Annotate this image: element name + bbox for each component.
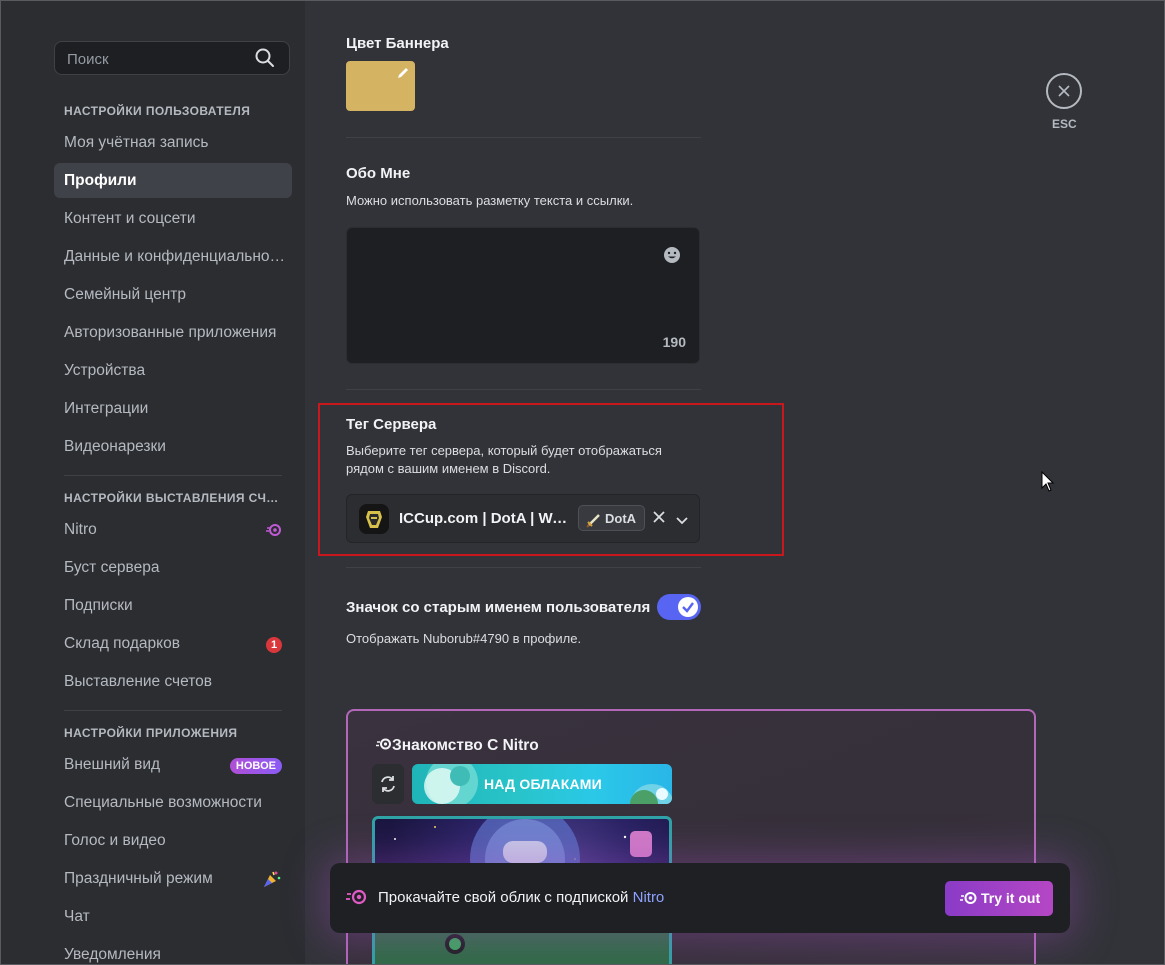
- sidebar-item-clips[interactable]: Видеонарезки: [54, 429, 292, 464]
- sidebar-item-appearance[interactable]: Внешний вид НОВОЕ: [54, 747, 292, 782]
- nitro-upsell-bar: Прокачайте свой облик с подпиской Nitro …: [330, 863, 1070, 933]
- toggle-knob: [678, 597, 698, 617]
- settings-window: НАСТРОЙКИ ПОЛЬЗОВАТЕЛЯ Моя учётная запис…: [0, 0, 1165, 965]
- sidebar-item-integrations[interactable]: Интеграции: [54, 391, 292, 426]
- new-badge: НОВОЕ: [229, 758, 282, 774]
- nitro-icon: [346, 888, 368, 911]
- legacy-username-toggle[interactable]: [657, 594, 701, 620]
- sidebar-item-boost[interactable]: Буст сервера: [54, 550, 292, 585]
- esc-label: ESC: [1052, 117, 1077, 131]
- about-me-field[interactable]: 190: [346, 227, 700, 364]
- upsell-text: Прокачайте свой облик с подпиской Nitro: [378, 889, 665, 906]
- chevron-down-icon[interactable]: [676, 512, 688, 530]
- section-divider: [346, 389, 701, 390]
- close-button[interactable]: [1046, 73, 1082, 109]
- sidebar-item-accessibility[interactable]: Специальные возможности: [54, 785, 292, 820]
- nitro-card-title: Знакомство С Nitro: [376, 737, 539, 755]
- sidebar-item-profiles[interactable]: Профили: [54, 163, 292, 198]
- sidebar-item-label: Склад подарков: [64, 635, 180, 652]
- about-me-label: Обо Мне: [346, 165, 411, 182]
- section-divider: [346, 137, 701, 138]
- emoji-icon[interactable]: [663, 246, 681, 269]
- sidebar-item-label: Праздничный режим: [64, 870, 213, 887]
- nitro-link[interactable]: Nitro: [633, 889, 665, 906]
- server-tag-chip: DotA: [578, 505, 646, 531]
- nitro-icon: [376, 738, 391, 750]
- sidebar-divider: [64, 710, 282, 711]
- clear-icon[interactable]: [653, 510, 665, 528]
- legacy-username-hint: Отображать Nuborub#4790 в профиле.: [346, 631, 582, 646]
- section-header-user: НАСТРОЙКИ ПОЛЬЗОВАТЕЛЯ: [64, 104, 251, 118]
- sidebar-item-holiday-mode[interactable]: Праздничный режим: [54, 861, 292, 896]
- sidebar-item-label: Внешний вид: [64, 756, 161, 773]
- sidebar-item-voice-video[interactable]: Голос и видео: [54, 823, 292, 858]
- about-me-textarea[interactable]: [357, 238, 661, 342]
- close-icon: [1058, 85, 1070, 97]
- search-icon[interactable]: [255, 48, 275, 73]
- sidebar-item-account[interactable]: Моя учётная запись: [54, 125, 292, 160]
- nitro-icon: [266, 512, 282, 547]
- server-tag-select[interactable]: ICCup.com | DotA | WarCraft DotA: [346, 494, 700, 543]
- decoration-button[interactable]: НАД ОБЛАКАМИ: [412, 764, 672, 804]
- pencil-icon: [397, 66, 409, 84]
- shuffle-button[interactable]: [372, 764, 404, 804]
- sidebar-item-label: Nitro: [64, 521, 97, 538]
- notification-badge: 1: [266, 637, 282, 653]
- sidebar-item-subscriptions[interactable]: Подписки: [54, 588, 292, 623]
- section-divider: [346, 567, 701, 568]
- char-counter: 190: [662, 334, 686, 350]
- sidebar-item-nitro[interactable]: Nitro: [54, 512, 292, 547]
- search-input[interactable]: [65, 42, 249, 76]
- server-tag-hint: Выберите тег сервера, который будет отоб…: [346, 443, 662, 476]
- sidebar-divider: [64, 475, 282, 476]
- server-name: ICCup.com | DotA | WarCraft: [399, 510, 575, 527]
- about-me-hint: Можно использовать разметку текста и ссы…: [346, 193, 634, 208]
- server-tag-label: Тег Сервера: [346, 416, 437, 433]
- banner-color-label: Цвет Баннера: [346, 35, 449, 52]
- legacy-username-label: Значок со старым именем пользователя: [346, 599, 651, 616]
- nitro-icon: [960, 892, 977, 904]
- party-popper-icon: [262, 861, 282, 896]
- refresh-icon: [381, 776, 395, 792]
- sidebar-item-family[interactable]: Семейный центр: [54, 277, 292, 312]
- mouse-cursor-icon: [1041, 470, 1055, 498]
- sidebar-item-chat[interactable]: Чат: [54, 899, 292, 934]
- banner-color-swatch[interactable]: [346, 61, 415, 111]
- sidebar-item-gift-inventory[interactable]: Склад подарков 1: [54, 626, 292, 661]
- sidebar-item-notifications[interactable]: Уведомления: [54, 937, 292, 964]
- sidebar-item-devices[interactable]: Устройства: [54, 353, 292, 388]
- sidebar-item-content[interactable]: Контент и соцсети: [54, 201, 292, 236]
- try-it-out-button[interactable]: Try it out: [945, 881, 1053, 916]
- sword-icon: [586, 511, 601, 537]
- sidebar: НАСТРОЙКИ ПОЛЬЗОВАТЕЛЯ Моя учётная запис…: [1, 1, 305, 964]
- section-header-billing: НАСТРОЙКИ ВЫСТАВЛЕНИЯ СЧЕТОВ: [64, 491, 284, 505]
- server-icon: [359, 504, 389, 534]
- sidebar-item-apps[interactable]: Авторизованные приложения: [54, 315, 292, 350]
- search-box[interactable]: [54, 41, 290, 76]
- section-header-app: НАСТРОЙКИ ПРИЛОЖЕНИЯ: [64, 726, 238, 740]
- sidebar-item-billing[interactable]: Выставление счетов: [54, 664, 292, 699]
- sidebar-item-privacy[interactable]: Данные и конфиденциальность: [54, 239, 292, 274]
